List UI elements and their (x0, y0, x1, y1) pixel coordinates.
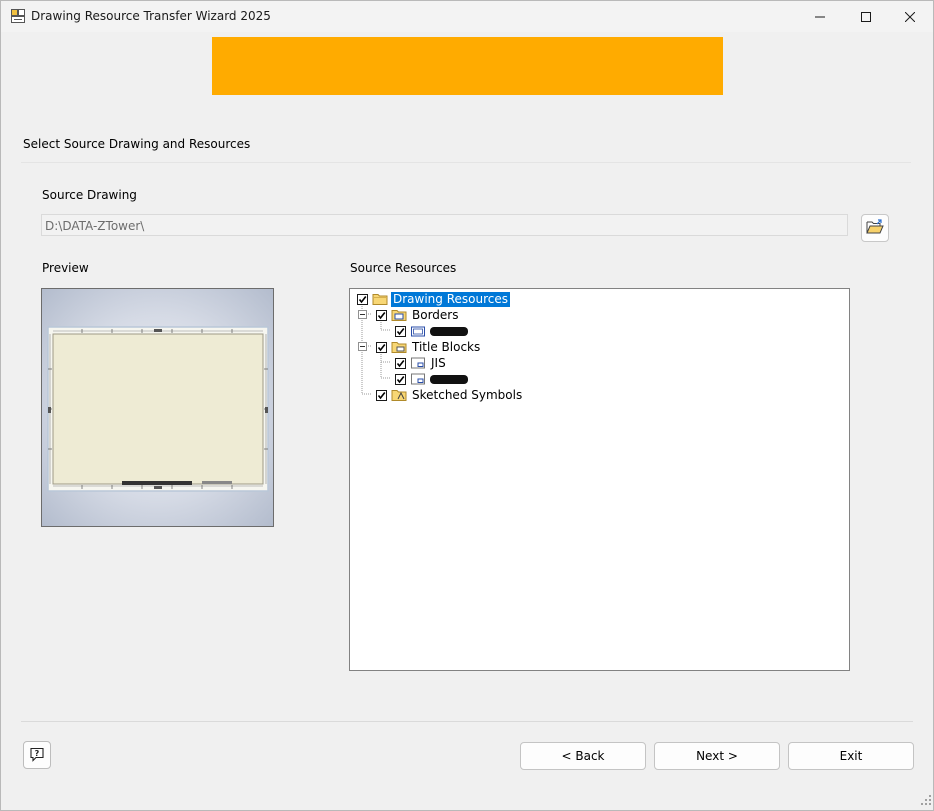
tree-node-borders[interactable]: Borders (376, 307, 460, 323)
titleblocks-folder-icon (391, 340, 407, 354)
tree-node-drawing-resources[interactable]: Drawing Resources (357, 291, 510, 307)
header-divider (21, 162, 911, 163)
status-bar (1, 788, 933, 810)
step-title: Select Source Drawing and Resources (23, 137, 251, 151)
drawing-resources-checkbox[interactable] (357, 293, 368, 305)
footer-divider (21, 721, 913, 722)
source-resources-label: Source Resources (350, 261, 457, 275)
minimize-button[interactable] (797, 1, 843, 32)
titleblock-item-icon (410, 372, 426, 386)
tree-node-sketched-symbols[interactable]: Sketched Symbols (376, 387, 524, 403)
wizard-banner (212, 37, 723, 95)
tree-node-titleblock-item[interactable] (395, 371, 468, 387)
title-blocks-checkbox[interactable] (376, 341, 387, 353)
source-drawing-path-field[interactable]: D:\DATA-ZTower\ (41, 214, 848, 236)
folder-open-icon (866, 218, 884, 238)
borders-folder-icon (391, 308, 407, 322)
drawing-preview (41, 288, 274, 527)
help-button[interactable]: ? (23, 741, 51, 769)
tree-node-jis[interactable]: JIS (395, 355, 448, 371)
tree-node-label: Borders (412, 307, 459, 322)
exit-button[interactable]: Exit (788, 742, 914, 770)
tree-node-title-blocks[interactable]: Title Blocks (376, 339, 482, 355)
titleblock-item-checkbox[interactable] (395, 373, 406, 385)
drawing-sheet-thumbnail (47, 326, 269, 492)
maximize-button[interactable] (843, 1, 889, 32)
window-title: Drawing Resource Transfer Wizard 2025 (31, 9, 271, 23)
tree-node-label: JIS (431, 355, 446, 370)
title-bar: Drawing Resource Transfer Wizard 2025 (1, 1, 933, 32)
border-item-icon (410, 324, 426, 338)
close-button[interactable] (887, 1, 933, 32)
browse-button[interactable] (861, 214, 889, 242)
redacted-label (430, 326, 468, 336)
redacted-label (430, 374, 468, 384)
titleblocks-collapse-toggle[interactable] (358, 342, 367, 351)
symbols-folder-icon (391, 388, 407, 402)
next-button[interactable]: Next > (654, 742, 780, 770)
help-icon: ? (29, 746, 45, 765)
tree-node-label: Sketched Symbols (412, 387, 523, 402)
resources-tree[interactable]: Drawing Resources Borders Title Blocks J… (349, 288, 850, 671)
tree-node-label: Drawing Resources (391, 291, 510, 307)
folder-icon (372, 292, 388, 306)
wizard-window: Drawing Resource Transfer Wizard 2025 Se… (0, 0, 934, 811)
tree-node-border-item[interactable] (395, 323, 468, 339)
preview-label: Preview (42, 261, 89, 275)
borders-checkbox[interactable] (376, 309, 387, 321)
source-drawing-label: Source Drawing (42, 188, 137, 202)
resize-grip-icon[interactable] (921, 794, 931, 808)
app-icon (11, 9, 25, 23)
border-item-checkbox[interactable] (395, 325, 406, 337)
svg-text:?: ? (35, 749, 40, 758)
sketched-symbols-checkbox[interactable] (376, 389, 387, 401)
titleblock-item-icon (410, 356, 426, 370)
tree-node-label: Title Blocks (412, 339, 481, 354)
back-button[interactable]: < Back (520, 742, 646, 770)
borders-collapse-toggle[interactable] (358, 310, 367, 319)
jis-checkbox[interactable] (395, 357, 406, 369)
